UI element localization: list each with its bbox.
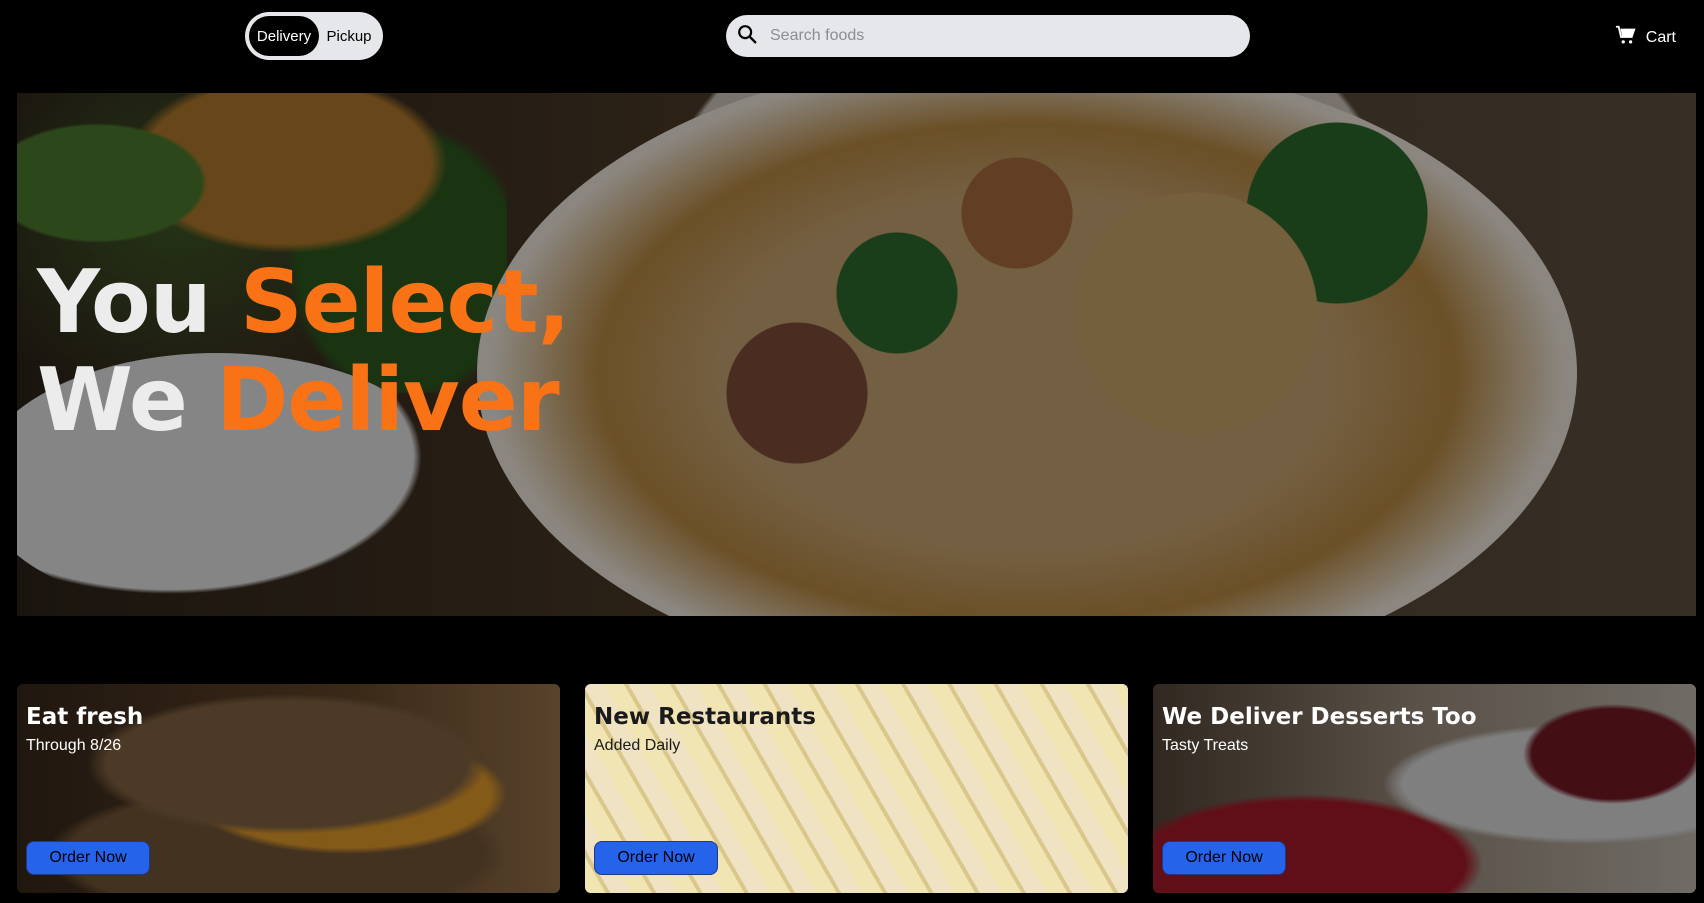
promo-card-new-restaurants[interactable]: New Restaurants Added Daily Order Now — [585, 684, 1128, 893]
hero-banner: You Select, We Deliver — [17, 93, 1696, 616]
headline-we: We — [37, 349, 188, 451]
search-bar[interactable] — [726, 15, 1250, 57]
order-now-button[interactable]: Order Now — [594, 841, 718, 875]
card-subtitle: Through 8/26 — [26, 737, 122, 754]
card-title: New Restaurants — [594, 704, 816, 730]
headline-select: Select, — [240, 251, 571, 353]
search-input[interactable] — [770, 27, 1230, 45]
delivery-pickup-toggle[interactable]: Delivery Pickup — [245, 12, 383, 60]
promo-card-eat-fresh[interactable]: Eat fresh Through 8/26 Order Now — [17, 684, 560, 893]
hero-headline: You Select, We Deliver — [37, 251, 571, 451]
delivery-option[interactable]: Delivery — [249, 16, 319, 56]
card-title: Eat fresh — [26, 704, 144, 730]
pickup-option[interactable]: Pickup — [319, 16, 379, 56]
headline-deliver: Deliver — [216, 349, 559, 451]
card-title: We Deliver Desserts Too — [1162, 704, 1477, 730]
cart-label: Cart — [1645, 28, 1676, 46]
card-subtitle: Added Daily — [594, 737, 681, 754]
cart-button[interactable]: Cart — [1615, 24, 1676, 51]
search-icon — [736, 23, 758, 50]
cart-icon — [1615, 24, 1646, 51]
card-subtitle: Tasty Treats — [1162, 737, 1249, 754]
order-now-button[interactable]: Order Now — [1162, 841, 1286, 875]
order-now-button[interactable]: Order Now — [26, 841, 150, 875]
promo-card-desserts[interactable]: We Deliver Desserts Too Tasty Treats Ord… — [1153, 684, 1696, 893]
headline-you: You — [37, 251, 212, 353]
